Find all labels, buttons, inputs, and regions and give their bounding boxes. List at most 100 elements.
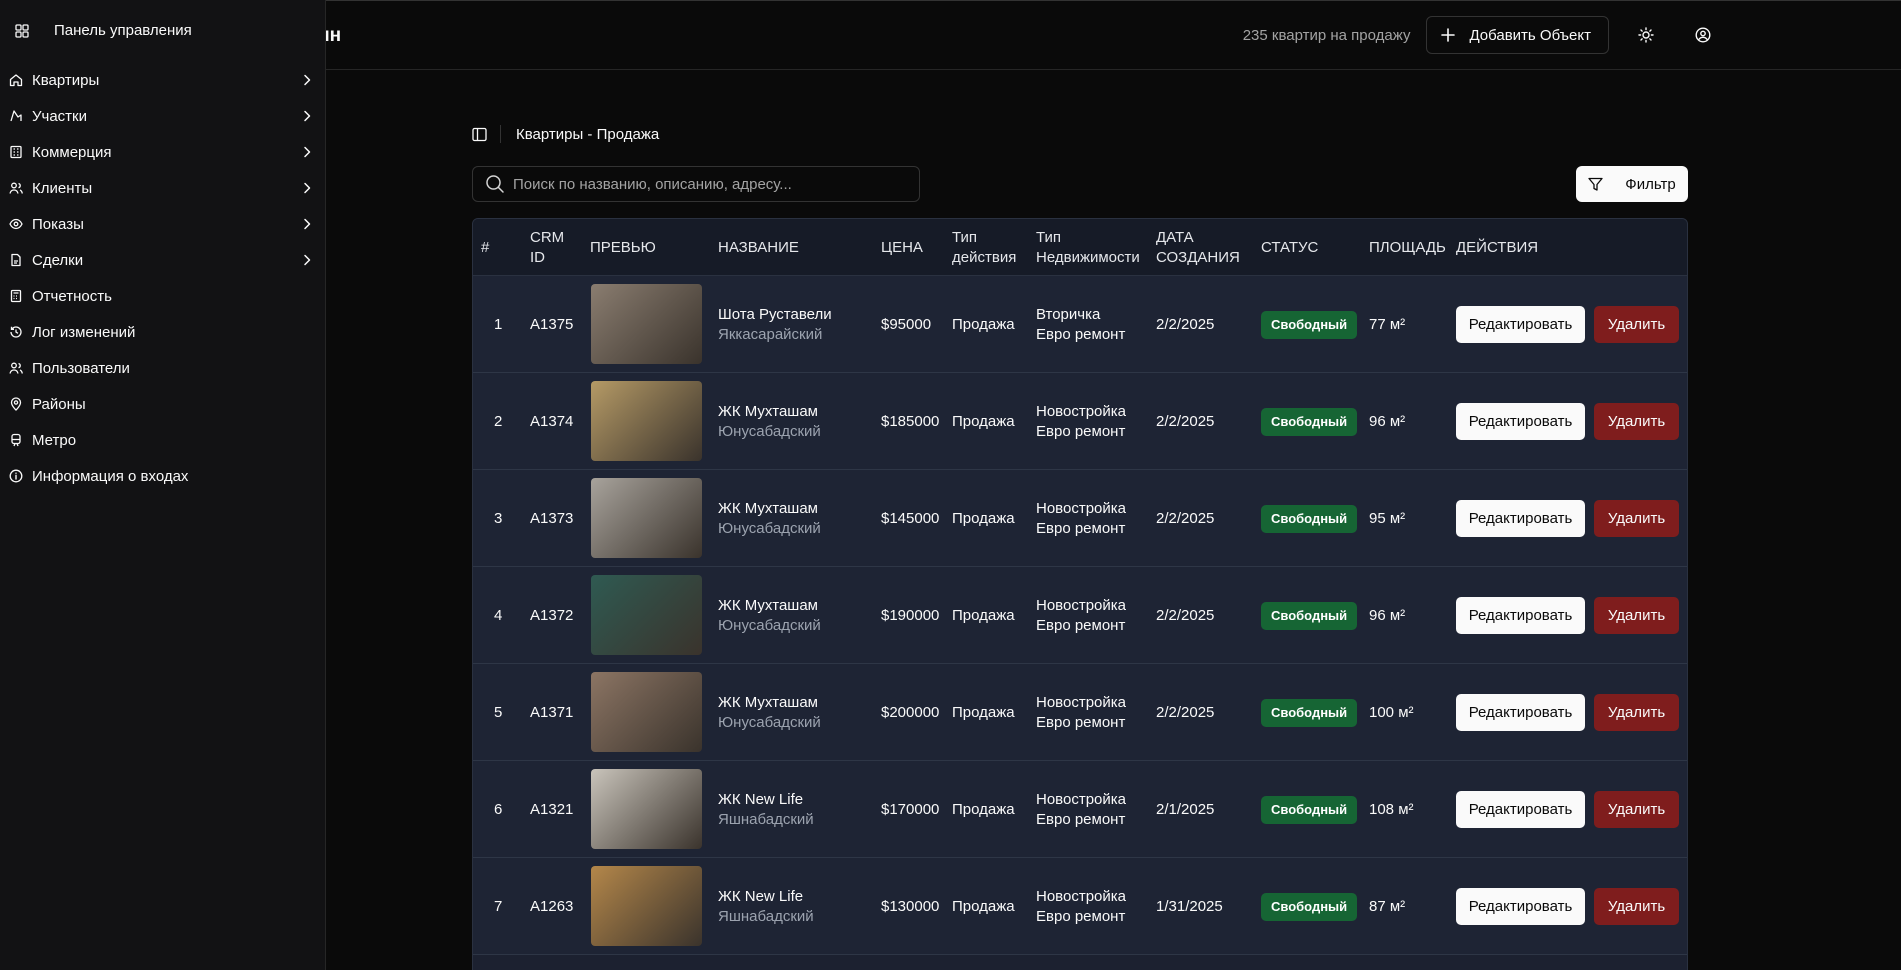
property-name: ЖК Мухташам bbox=[718, 596, 818, 614]
sidebar-item-12[interactable]: Информация о входах bbox=[0, 458, 326, 494]
property-thumbnail[interactable] bbox=[591, 478, 702, 558]
property-name: ЖК Мухташам bbox=[718, 499, 818, 517]
edit-button[interactable]: Редактировать bbox=[1456, 403, 1585, 440]
col-area: ПЛОЩАДЬ bbox=[1369, 238, 1446, 256]
property-district: Юнусабадский bbox=[718, 616, 821, 634]
chevron-right-icon bbox=[300, 253, 314, 271]
col-preview: ПРЕВЬЮ bbox=[590, 238, 656, 256]
repair-type: Евро ремонт bbox=[1036, 713, 1126, 731]
property-district: Яккасарайский bbox=[718, 325, 823, 343]
chevron-right-icon bbox=[300, 73, 314, 91]
sidebar-item-10[interactable]: Районы bbox=[0, 386, 326, 422]
train-icon bbox=[9, 433, 23, 447]
status-badge: Свободный bbox=[1261, 698, 1358, 727]
delete-button[interactable]: Удалить bbox=[1594, 500, 1679, 537]
theme-toggle-button[interactable] bbox=[1626, 15, 1666, 55]
sidebar-item-8[interactable]: Лог изменений bbox=[0, 314, 326, 350]
row-price: $185000 bbox=[881, 412, 940, 430]
delete-button[interactable]: Удалить bbox=[1594, 791, 1679, 828]
delete-button[interactable]: Удалить bbox=[1594, 403, 1679, 440]
status-badge: Свободный bbox=[1261, 795, 1358, 824]
row-deal-type: Продажа bbox=[952, 509, 1015, 527]
sidebar-item-label: Сделки bbox=[32, 251, 84, 269]
property-thumbnail[interactable] bbox=[591, 672, 702, 752]
delete-button[interactable]: Удалить bbox=[1594, 306, 1679, 343]
sidebar-item-2[interactable]: Участки bbox=[0, 98, 326, 134]
search-input[interactable] bbox=[513, 175, 913, 193]
row-number: 1 bbox=[494, 315, 503, 333]
row-title: ЖК New Life Яшнабадский bbox=[718, 761, 814, 858]
sidebar-item-label: Клиенты bbox=[32, 179, 93, 197]
sidebar-item-1[interactable]: Квартиры bbox=[0, 62, 326, 98]
sidebar-item-label: Коммерция bbox=[32, 143, 112, 161]
property-thumbnail[interactable] bbox=[591, 866, 702, 946]
property-name: Шота Руставели bbox=[718, 305, 832, 323]
row-number: 7 bbox=[494, 897, 503, 915]
row-deal-type: Продажа bbox=[952, 703, 1015, 721]
sidebar-dashboard-link[interactable]: Панель управления bbox=[15, 22, 192, 39]
row-created-date: 2/2/2025 bbox=[1156, 606, 1215, 624]
row-property-type: Вторичка Евро ремонт bbox=[1036, 276, 1125, 373]
property-thumbnail[interactable] bbox=[591, 381, 702, 461]
property-thumbnail[interactable] bbox=[591, 769, 702, 849]
sidebar-item-label: Информация о входах bbox=[32, 467, 189, 485]
row-deal-type: Продажа bbox=[952, 800, 1015, 818]
table-row: 5 A1371 ЖК Мухташам Юнусабадский $200000 Прод… bbox=[473, 664, 1687, 761]
add-object-label: Добавить Объект bbox=[1469, 26, 1591, 44]
row-property-type: Новостройка Евро ремонт bbox=[1036, 373, 1126, 470]
edit-button[interactable]: Редактировать bbox=[1456, 500, 1585, 537]
repair-type: Евро ремонт bbox=[1036, 907, 1126, 925]
table-row: 1 A1375 Шота Руставели Яккасарайский $95000 П… bbox=[473, 276, 1687, 373]
chevron-right-icon bbox=[300, 145, 314, 163]
sidebar-item-6[interactable]: Сделки bbox=[0, 242, 326, 278]
sidebar-item-5[interactable]: Показы bbox=[0, 206, 326, 242]
edit-button[interactable]: Редактировать bbox=[1456, 888, 1585, 925]
status-badge: Свободный bbox=[1261, 601, 1358, 630]
sidebar-item-4[interactable]: Клиенты bbox=[0, 170, 326, 206]
filter-icon bbox=[1588, 177, 1603, 191]
sidebar-item-9[interactable]: Пользователи bbox=[0, 350, 326, 386]
row-created-date: 2/2/2025 bbox=[1156, 509, 1215, 527]
row-price: $200000 bbox=[881, 703, 940, 721]
history-icon bbox=[9, 325, 23, 339]
user-circle-icon bbox=[1695, 27, 1711, 43]
sidebar-item-7[interactable]: Отчетность bbox=[0, 278, 326, 314]
sidebar-item-3[interactable]: Коммерция bbox=[0, 134, 326, 170]
row-deal-type: Продажа bbox=[952, 412, 1015, 430]
add-object-button[interactable]: Добавить Объект bbox=[1426, 16, 1609, 54]
repair-type: Евро ремонт bbox=[1036, 810, 1126, 828]
sidebar-item-label: Пользователи bbox=[32, 359, 130, 377]
delete-button[interactable]: Удалить bbox=[1594, 888, 1679, 925]
row-crm-id: A1371 bbox=[530, 703, 574, 721]
edit-button[interactable]: Редактировать bbox=[1456, 597, 1585, 634]
table-row: 4 A1372 ЖК Мухташам Юнусабадский $190000 Прод… bbox=[473, 567, 1687, 664]
table-header: # CRM ID ПРЕВЬЮ НАЗВАНИЕ ЦЕНА Тип действ… bbox=[473, 219, 1687, 276]
edit-button[interactable]: Редактировать bbox=[1456, 306, 1585, 343]
user-menu-button[interactable] bbox=[1683, 15, 1723, 55]
row-number: 2 bbox=[494, 412, 503, 430]
sidebar-item-11[interactable]: Метро bbox=[0, 422, 326, 458]
sidebar-toggle-icon[interactable] bbox=[472, 127, 487, 142]
property-thumbnail[interactable] bbox=[591, 284, 702, 364]
sun-icon bbox=[1638, 27, 1654, 43]
status-badge: Свободный bbox=[1261, 892, 1358, 921]
col-deal-type: Тип действия bbox=[952, 219, 1016, 276]
row-price: $145000 bbox=[881, 509, 940, 527]
edit-button[interactable]: Редактировать bbox=[1456, 791, 1585, 828]
row-title: ЖК Мухташам Юнусабадский bbox=[718, 664, 821, 761]
property-type: Новостройка bbox=[1036, 790, 1126, 808]
delete-button[interactable]: Удалить bbox=[1594, 597, 1679, 634]
property-type: Новостройка bbox=[1036, 596, 1126, 614]
property-district: Яшнабадский bbox=[718, 907, 814, 925]
chevron-right-icon bbox=[300, 217, 314, 235]
col-num: # bbox=[481, 238, 490, 256]
filter-button[interactable]: Фильтр bbox=[1576, 166, 1688, 202]
delete-button[interactable]: Удалить bbox=[1594, 694, 1679, 731]
row-created-date: 2/2/2025 bbox=[1156, 703, 1215, 721]
building-icon bbox=[9, 145, 23, 159]
repair-type: Евро ремонт bbox=[1036, 616, 1126, 634]
table-row: 7 A1263 ЖК New Life Яшнабадский $130000 Прода… bbox=[473, 858, 1687, 955]
row-area: 87 м² bbox=[1369, 897, 1406, 915]
edit-button[interactable]: Редактировать bbox=[1456, 694, 1585, 731]
property-thumbnail[interactable] bbox=[591, 575, 702, 655]
